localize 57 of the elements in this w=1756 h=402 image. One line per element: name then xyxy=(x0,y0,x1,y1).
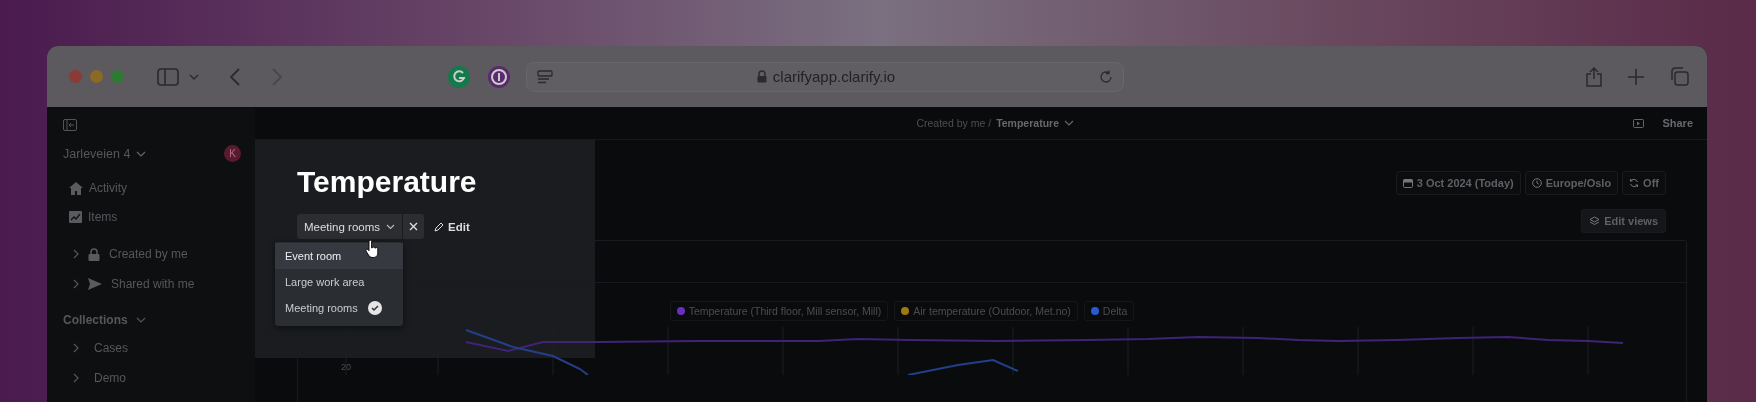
close-icon xyxy=(409,222,419,231)
present-icon[interactable] xyxy=(1633,118,1645,128)
legend-item[interactable]: Delta xyxy=(1083,301,1135,321)
breadcrumb[interactable]: Created by me / Temperature xyxy=(916,117,1074,129)
calendar-icon xyxy=(1402,178,1413,188)
send-icon xyxy=(88,278,102,290)
share-button[interactable]: Share xyxy=(1662,117,1693,129)
minimize-window-button[interactable] xyxy=(90,70,103,83)
menu-option[interactable]: Meeting rooms xyxy=(275,295,403,321)
pencil-icon xyxy=(434,221,445,232)
reload-icon[interactable] xyxy=(1099,69,1113,84)
lock-icon xyxy=(88,247,100,261)
legend-item[interactable]: Temperature (Third floor, Mill sensor, Mill) xyxy=(669,301,889,321)
chevron-down-icon xyxy=(386,223,396,230)
clock-icon xyxy=(1531,178,1542,188)
home-icon xyxy=(69,181,83,195)
collections-header[interactable]: Collections xyxy=(63,313,241,327)
collapse-sidebar-icon[interactable] xyxy=(63,119,77,131)
lock-icon xyxy=(756,70,767,83)
menu-option[interactable]: Large work area xyxy=(275,269,403,295)
folder-item[interactable]: Created by me xyxy=(73,245,241,263)
line-chart-icon xyxy=(69,211,82,223)
chevron-down-icon xyxy=(136,150,147,157)
edit-views-button[interactable]: Edit views xyxy=(1581,209,1666,233)
sidebar-icon[interactable] xyxy=(157,67,179,86)
layers-icon xyxy=(1589,215,1601,227)
zoom-window-button[interactable] xyxy=(111,70,124,83)
tabs-overview-icon[interactable] xyxy=(1670,67,1689,86)
page-menu-icon[interactable] xyxy=(537,69,553,84)
address-text: clarifyapp.clarify.io xyxy=(772,68,896,85)
collection-item[interactable]: Cases xyxy=(73,339,241,357)
collection-item[interactable]: Demo xyxy=(73,369,241,387)
user-avatar[interactable]: K xyxy=(224,145,241,162)
check-icon xyxy=(367,301,382,315)
nav-item[interactable]: Activity xyxy=(69,179,241,197)
address-field[interactable]: clarifyapp.clarify.io xyxy=(526,61,1124,92)
share-icon[interactable] xyxy=(1586,66,1602,87)
page-title: Temperature xyxy=(297,164,477,200)
password-extension-icon[interactable] xyxy=(488,65,510,88)
toolbar-pill-button[interactable]: Off xyxy=(1622,171,1666,195)
chevron-down-icon xyxy=(1063,120,1074,126)
workspace-selector[interactable]: Jarleveien 4 xyxy=(63,146,147,161)
axis-tick-label: 20 xyxy=(341,362,351,372)
toolbar-pill-button[interactable]: 3 Oct 2024 (Today) xyxy=(1395,171,1521,195)
folder-item[interactable]: Shared with me xyxy=(73,275,241,293)
legend-item[interactable]: Air temperature (Outdoor, Met.no) xyxy=(894,301,1078,321)
chevron-down-icon[interactable] xyxy=(189,73,199,80)
nav-item[interactable]: Items xyxy=(69,208,241,226)
hand-cursor-icon xyxy=(365,240,379,258)
back-icon[interactable] xyxy=(230,67,240,86)
close-window-button[interactable] xyxy=(69,70,82,83)
edit-button[interactable]: Edit xyxy=(434,214,470,239)
menu-option[interactable]: Event room xyxy=(275,243,403,269)
new-tab-icon[interactable] xyxy=(1628,68,1644,85)
refresh-icon xyxy=(1629,178,1640,188)
grammar-extension-icon[interactable] xyxy=(448,65,470,88)
toolbar-pill-button[interactable]: Europe/Oslo xyxy=(1524,171,1619,195)
